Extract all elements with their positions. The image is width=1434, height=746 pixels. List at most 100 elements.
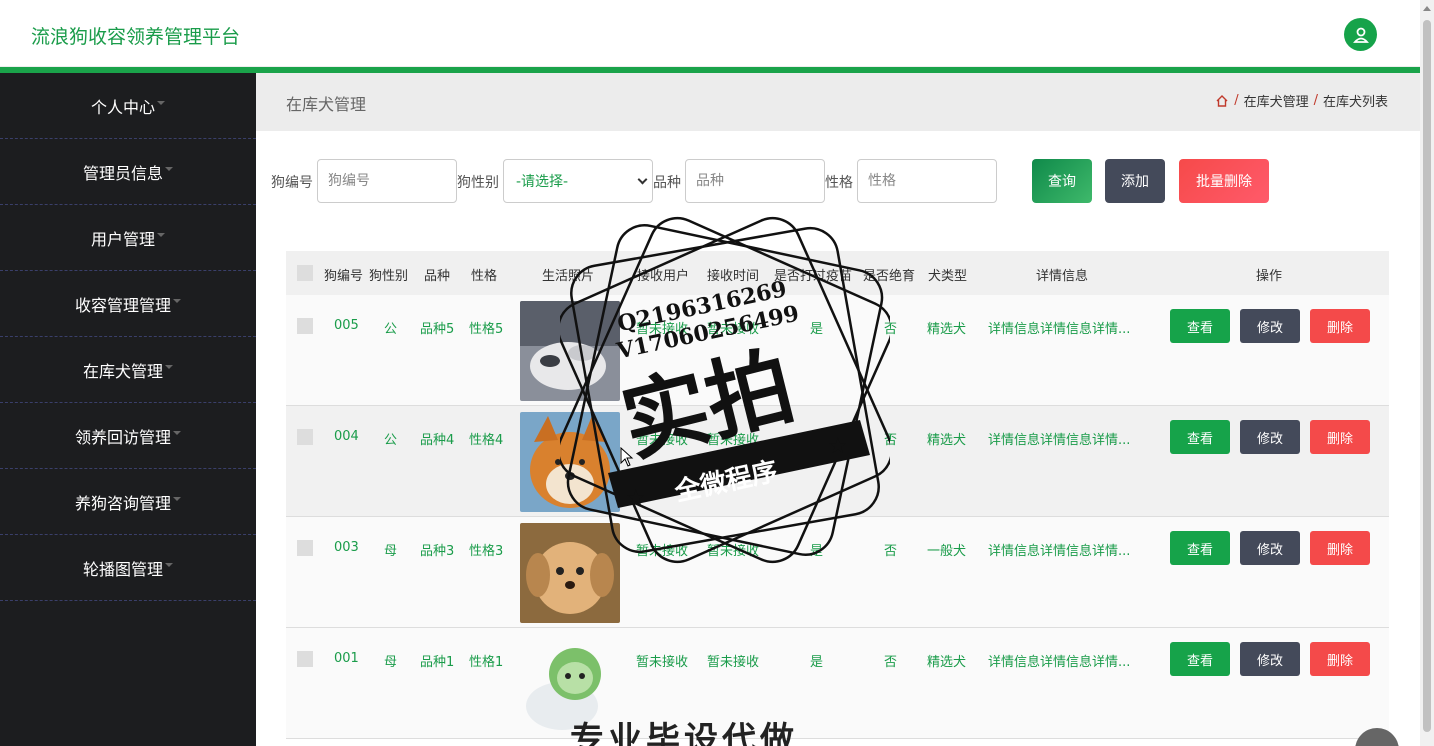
breadcrumb-separator: / (1313, 93, 1318, 108)
scroll-up-icon[interactable] (1423, 6, 1431, 11)
breadcrumb-item: 在库犬列表 (1322, 95, 1388, 110)
caret-down-icon (165, 562, 173, 567)
row-checkbox[interactable] (297, 651, 313, 667)
home-icon[interactable] (1215, 94, 1229, 108)
watermark-bottom-text: 专业毕设代做 (570, 720, 798, 746)
cell-receive-user: 暂未接收 (636, 544, 689, 559)
column-header: 是否绝育 (863, 269, 916, 284)
delete-button[interactable]: 删除 (1310, 531, 1370, 565)
cell-temper: 性格3 (469, 544, 504, 559)
breadcrumb-item[interactable]: 在库犬管理 (1244, 91, 1309, 110)
breed-input[interactable] (685, 159, 825, 203)
view-button[interactable]: 查看 (1170, 420, 1230, 454)
edit-button[interactable]: 修改 (1240, 642, 1300, 676)
sidebar-item-label: 领养回访管理 (74, 427, 171, 447)
cell-vaccinated: 是 (810, 655, 824, 670)
sidebar-item-label: 管理员信息 (82, 163, 163, 183)
batch-delete-button[interactable]: 批量删除 (1179, 159, 1269, 203)
cell-dog-no: 001 (334, 651, 359, 666)
edit-button[interactable]: 修改 (1240, 420, 1300, 454)
sidebar-item-label: 收容管理管理 (74, 295, 171, 315)
view-button[interactable]: 查看 (1170, 642, 1230, 676)
dog-photo (520, 412, 620, 512)
cell-neutered: 否 (884, 322, 898, 337)
edit-button[interactable]: 修改 (1240, 531, 1300, 565)
cell-dog-type: 精选犬 (927, 322, 967, 337)
cell-detail: 详情信息详情信息详情... (988, 322, 1131, 337)
temper-input[interactable] (857, 159, 997, 203)
cell-breed: 品种3 (420, 544, 455, 559)
select-all-checkbox[interactable] (297, 265, 313, 281)
sidebar-item-label: 养狗咨询管理 (74, 493, 171, 513)
column-header: 犬类型 (928, 269, 968, 284)
sidebar-item-carousel[interactable]: 轮播图管理 (0, 535, 256, 601)
sidebar-item-shelter-management[interactable]: 收容管理管理 (0, 271, 256, 337)
caret-down-icon (173, 430, 181, 435)
cell-dog-no: 005 (334, 318, 359, 333)
breadcrumb-separator: / (1234, 93, 1239, 108)
sidebar-item-label: 用户管理 (90, 229, 155, 249)
sidebar-item-consultation[interactable]: 养狗咨询管理 (0, 469, 256, 535)
dog-no-label: 狗编号 (271, 175, 313, 191)
view-button[interactable]: 查看 (1170, 531, 1230, 565)
column-header: 接收时间 (707, 269, 760, 284)
view-button[interactable]: 查看 (1170, 309, 1230, 343)
chevron-down-icon (637, 174, 648, 185)
sidebar-item-label: 个人中心 (90, 97, 155, 117)
column-header: 品种 (424, 269, 451, 284)
delete-button[interactable]: 删除 (1310, 642, 1370, 676)
column-header: 狗性别 (369, 269, 409, 284)
dog-no-input[interactable] (317, 159, 457, 203)
table-row: 005 公 品种5 性格5 暂未接收 暂未接收 是 否 精选犬 详情信息详情信息… (286, 295, 1389, 406)
sidebar-item-adoption-followup[interactable]: 领养回访管理 (0, 403, 256, 469)
cell-receive-user: 暂未接收 (636, 322, 689, 337)
gender-select-value: -请选择- (516, 174, 569, 190)
column-header: 接收用户 (637, 269, 690, 284)
cell-receive-time: 暂未接收 (707, 655, 760, 670)
mouse-cursor-icon (620, 447, 634, 467)
breed-label: 品种 (653, 175, 681, 191)
cell-gender: 公 (384, 433, 398, 448)
dog-photo (520, 523, 620, 623)
cell-detail: 详情信息详情信息详情... (988, 544, 1131, 559)
cell-breed: 品种5 (420, 322, 455, 337)
cell-vaccinated: 是 (810, 322, 824, 337)
edit-button[interactable]: 修改 (1240, 309, 1300, 343)
search-button[interactable]: 查询 (1032, 159, 1092, 203)
sidebar-item-label: 轮播图管理 (82, 559, 163, 579)
cell-neutered: 否 (884, 433, 898, 448)
row-checkbox[interactable] (297, 429, 313, 445)
cell-neutered: 否 (884, 544, 898, 559)
caret-down-icon (165, 364, 173, 369)
app-title: 流浪狗收容领养管理平台 (31, 26, 241, 48)
row-checkbox[interactable] (297, 540, 313, 556)
table-row: 001 母 品种1 性格1 暂未接收 暂未接收 是 否 精选犬 详情信息详情信息… (286, 628, 1389, 739)
table-header: 狗编号 狗性别 品种 性格 生活照片 接收用户 接收时间 是否打过疫苗 是否绝育… (286, 251, 1389, 295)
main-content: 在库犬管理 / 在库犬管理 / 在库犬列表 狗编号 狗性别 -请选择- 品种 性… (256, 73, 1420, 746)
sidebar-item-personal-center[interactable]: 个人中心 (0, 73, 256, 139)
sidebar-item-admin-info[interactable]: 管理员信息 (0, 139, 256, 205)
cell-temper: 性格5 (469, 322, 504, 337)
cell-vaccinated: 是 (810, 544, 824, 559)
cell-detail: 详情信息详情信息详情... (988, 655, 1131, 670)
add-button[interactable]: 添加 (1105, 159, 1165, 203)
gender-select[interactable]: -请选择- (503, 159, 653, 203)
table-row: 003 母 品种3 性格3 暂未接收 暂未接收 是 否 一般犬 详情信息详情信息… (286, 517, 1389, 628)
user-icon (1352, 27, 1369, 43)
sidebar-item-user-management[interactable]: 用户管理 (0, 205, 256, 271)
row-checkbox[interactable] (297, 318, 313, 334)
delete-button[interactable]: 删除 (1310, 420, 1370, 454)
dogs-table: 狗编号 狗性别 品种 性格 生活照片 接收用户 接收时间 是否打过疫苗 是否绝育… (286, 251, 1389, 739)
cell-dog-no: 003 (334, 540, 359, 555)
delete-button[interactable]: 删除 (1310, 309, 1370, 343)
scrollbar-thumb[interactable] (1423, 20, 1431, 732)
cell-vaccinated: 是 (810, 433, 824, 448)
cell-receive-time: 暂未接收 (707, 544, 760, 559)
caret-down-icon (173, 496, 181, 501)
page-scrollbar[interactable] (1420, 0, 1434, 746)
sidebar-item-dogs-in-stock[interactable]: 在库犬管理 (0, 337, 256, 403)
caret-down-icon (157, 232, 165, 237)
cell-receive-time: 暂未接收 (707, 433, 760, 448)
user-avatar[interactable] (1344, 18, 1377, 51)
caret-down-icon (165, 166, 173, 171)
